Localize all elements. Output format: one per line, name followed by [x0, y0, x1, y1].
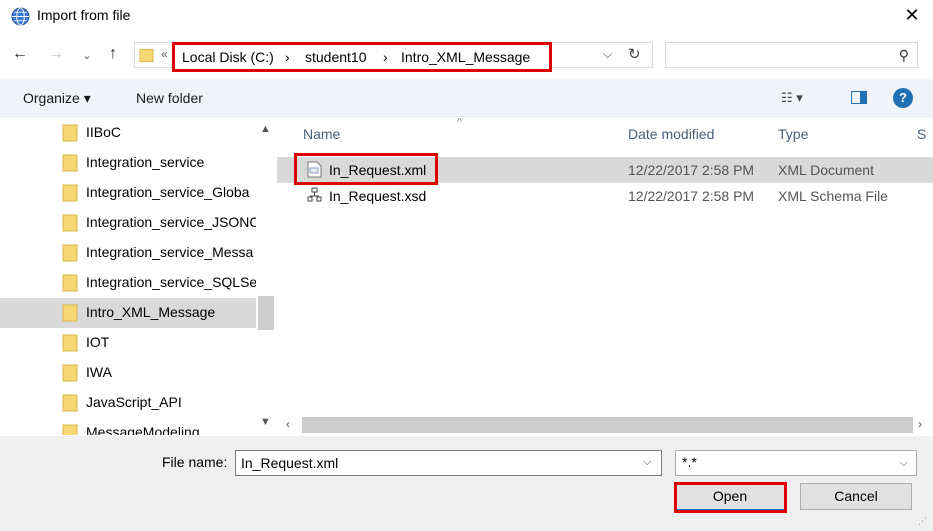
column-date-modified[interactable]: Date modified	[628, 126, 714, 142]
folder-icon	[62, 244, 78, 262]
folder-icon	[139, 48, 154, 63]
navigation-pane: IIBoC Integration_service Integration_se…	[0, 118, 276, 435]
folder-icon	[62, 424, 78, 435]
file-name: In_Request.xsd	[329, 188, 427, 204]
nav-item[interactable]: JavaScript_API	[0, 388, 256, 418]
up-arrow-icon[interactable]: ↑	[103, 45, 123, 63]
column-headers: ^ Name Date modified Type S	[277, 118, 933, 150]
forward-arrow-icon[interactable]: →	[46, 45, 66, 63]
command-bar: Organize ▾ New folder ☷ ▾ ?	[0, 79, 933, 117]
file-type: XML Document	[778, 162, 874, 178]
file-type-filter[interactable]: *.* ⌵	[675, 450, 917, 476]
file-row[interactable]: In_Request.xsd 12/22/2017 2:58 PM XML Sc…	[277, 183, 933, 209]
recent-locations-chevron-icon[interactable]: ⌄	[80, 49, 94, 62]
nav-item[interactable]: IWA	[0, 358, 256, 388]
file-name-input[interactable]	[235, 450, 662, 476]
window-title: Import from file	[37, 7, 131, 23]
folder-icon	[62, 364, 78, 382]
nav-item[interactable]: Integration_service_JSONC	[0, 208, 256, 238]
file-type-filter-value: *.*	[682, 454, 697, 470]
nav-item[interactable]: IIBoC	[0, 118, 256, 148]
column-size[interactable]: S	[917, 126, 926, 142]
address-dropdown-icon[interactable]: ⌵	[603, 47, 612, 62]
organize-button[interactable]: Organize ▾	[23, 90, 91, 107]
breadcrumb-separator-icon[interactable]: ›	[383, 49, 388, 65]
xsd-schema-icon	[307, 187, 322, 202]
scroll-up-icon[interactable]: ▲	[260, 123, 271, 135]
selected-file-highlight	[294, 153, 438, 185]
nav-item[interactable]: IOT	[0, 328, 256, 358]
folder-icon	[62, 334, 78, 352]
scroll-right-icon[interactable]: ›	[918, 417, 922, 431]
folder-icon	[62, 154, 78, 172]
scroll-left-icon[interactable]: ‹	[286, 417, 290, 431]
breadcrumb-separator-icon[interactable]: ›	[285, 49, 290, 65]
nav-item[interactable]: Integration_service_SQLSe	[0, 268, 256, 298]
resize-grip-icon[interactable]: ⋰	[918, 516, 927, 527]
nav-item-label: Integration_service_Messa	[86, 244, 254, 260]
breadcrumb-student10[interactable]: student10	[305, 49, 367, 65]
breadcrumb-intro-xml-message[interactable]: Intro_XML_Message	[401, 49, 530, 65]
nav-item-label: IIBoC	[86, 124, 122, 140]
preview-pane-icon[interactable]	[851, 91, 867, 104]
nav-item[interactable]: Integration_service_Globa	[0, 178, 256, 208]
nav-item-label: Intro_XML_Message	[86, 304, 216, 320]
globe-icon	[11, 7, 30, 26]
folder-icon	[62, 214, 78, 232]
scrollbar-thumb[interactable]	[302, 417, 913, 433]
nav-item-label: IOT	[86, 334, 110, 350]
help-icon[interactable]: ?	[893, 88, 913, 108]
folder-icon	[62, 184, 78, 202]
nav-item-label: JavaScript_API	[86, 394, 182, 410]
breadcrumb: Local Disk (C:) › student10 › Intro_XML_…	[172, 42, 552, 72]
nav-item-label: IWA	[86, 364, 112, 380]
nav-item-label: Integration_service_Globa	[86, 184, 250, 200]
dialog-footer: File name: ⌵ *.* ⌵ Open Cancel ⋰	[0, 436, 933, 531]
nav-vertical-scrollbar[interactable]: ▲ ▼	[256, 118, 276, 435]
file-name-label: File name:	[162, 454, 228, 470]
file-date: 12/22/2017 2:58 PM	[628, 162, 755, 178]
nav-item-label: MessageModeling	[86, 424, 200, 435]
search-box[interactable]: ⚲	[665, 42, 918, 68]
folder-icon	[62, 394, 78, 412]
nav-item[interactable]: MessageModeling	[0, 418, 256, 435]
refresh-icon[interactable]: ↻	[628, 45, 641, 63]
nav-item-label: Integration_service	[86, 154, 205, 170]
close-icon[interactable]: ✕	[902, 5, 922, 25]
file-list-horizontal-scrollbar[interactable]: ‹ ›	[277, 415, 933, 435]
search-icon: ⚲	[898, 47, 909, 63]
new-folder-button[interactable]: New folder	[136, 90, 203, 106]
folder-icon	[62, 124, 78, 142]
column-type[interactable]: Type	[778, 126, 808, 142]
column-name[interactable]: Name	[303, 126, 340, 142]
scrollbar-thumb[interactable]	[258, 296, 274, 330]
back-arrow-icon[interactable]: ←	[10, 45, 30, 63]
folder-icon	[62, 304, 78, 322]
nav-item[interactable]: Integration_service	[0, 148, 256, 178]
title-bar: Import from file ✕	[0, 0, 933, 33]
nav-item-selected[interactable]: Intro_XML_Message	[0, 298, 256, 328]
breadcrumb-local-disk[interactable]: Local Disk (C:)	[182, 49, 274, 65]
breadcrumb-overflow[interactable]: «	[161, 47, 168, 61]
cancel-button[interactable]: Cancel	[800, 483, 912, 510]
nav-item-label: Integration_service_SQLSe	[86, 274, 256, 290]
nav-item-label: Integration_service_JSONC	[86, 214, 256, 230]
scroll-down-icon[interactable]: ▼	[260, 416, 271, 428]
file-type: XML Schema File	[778, 188, 888, 204]
chevron-down-icon: ⌵	[899, 457, 908, 469]
view-options-icon[interactable]: ☷ ▾	[781, 90, 803, 106]
open-button-highlight	[674, 482, 787, 513]
nav-item[interactable]: Integration_service_Messa	[0, 238, 256, 268]
file-date: 12/22/2017 2:58 PM	[628, 188, 755, 204]
folder-icon	[62, 274, 78, 292]
sort-ascending-icon: ^	[457, 118, 463, 128]
